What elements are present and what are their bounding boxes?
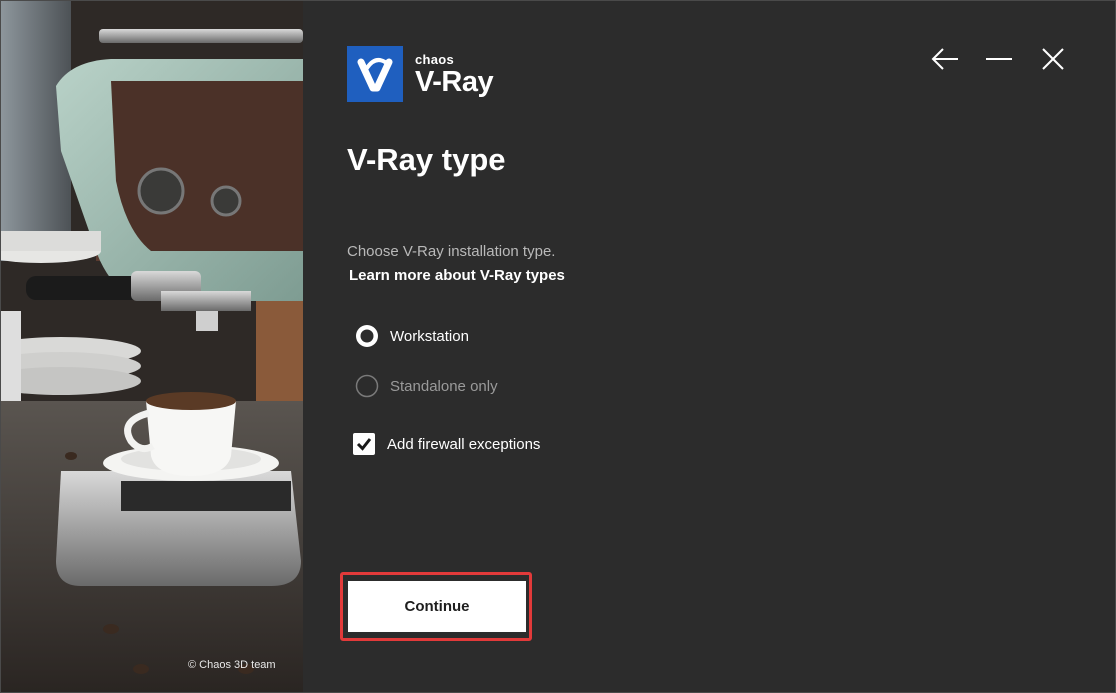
minimize-button[interactable]	[981, 43, 1017, 75]
option-standalone[interactable]: Standalone only	[355, 374, 498, 398]
radio-selected-icon	[356, 325, 378, 347]
window-controls	[927, 43, 1071, 75]
close-icon	[1042, 48, 1064, 70]
firewall-label: Add firewall exceptions	[387, 435, 541, 453]
continue-button[interactable]: Continue	[348, 581, 526, 632]
logo-brand-large: V-Ray	[415, 66, 494, 98]
coffee-machine-illustration	[1, 1, 303, 692]
minimize-icon	[986, 58, 1012, 60]
hero-image: © Chaos 3D team	[1, 1, 303, 692]
radio-unselected-icon	[355, 374, 379, 398]
learn-more-link[interactable]: Learn more about V-Ray types	[349, 267, 565, 284]
arrow-left-icon	[931, 48, 958, 70]
image-credit: © Chaos 3D team	[188, 659, 276, 671]
close-button[interactable]	[1035, 43, 1071, 75]
checkmark-icon	[356, 438, 372, 451]
vray-logo: chaos V-Ray	[347, 46, 494, 102]
option-workstation[interactable]: Workstation	[355, 324, 469, 348]
page-title: V-Ray type	[347, 142, 506, 177]
firewall-checkbox[interactable]: Add firewall exceptions	[353, 433, 540, 455]
option-label: Standalone only	[390, 377, 498, 395]
page-description: Choose V-Ray installation type.	[347, 243, 556, 260]
checkbox-box[interactable]	[353, 433, 375, 455]
content-panel: chaos V-Ray V-Ray type Choose V-Ray inst…	[303, 1, 1115, 692]
logo-brand-small: chaos	[415, 52, 455, 67]
vray-logo-icon	[347, 46, 403, 102]
back-button[interactable]	[927, 43, 963, 75]
option-label: Workstation	[390, 327, 469, 345]
installer-window: © Chaos 3D team chaos V-Ray V-Ray type C…	[0, 0, 1116, 693]
